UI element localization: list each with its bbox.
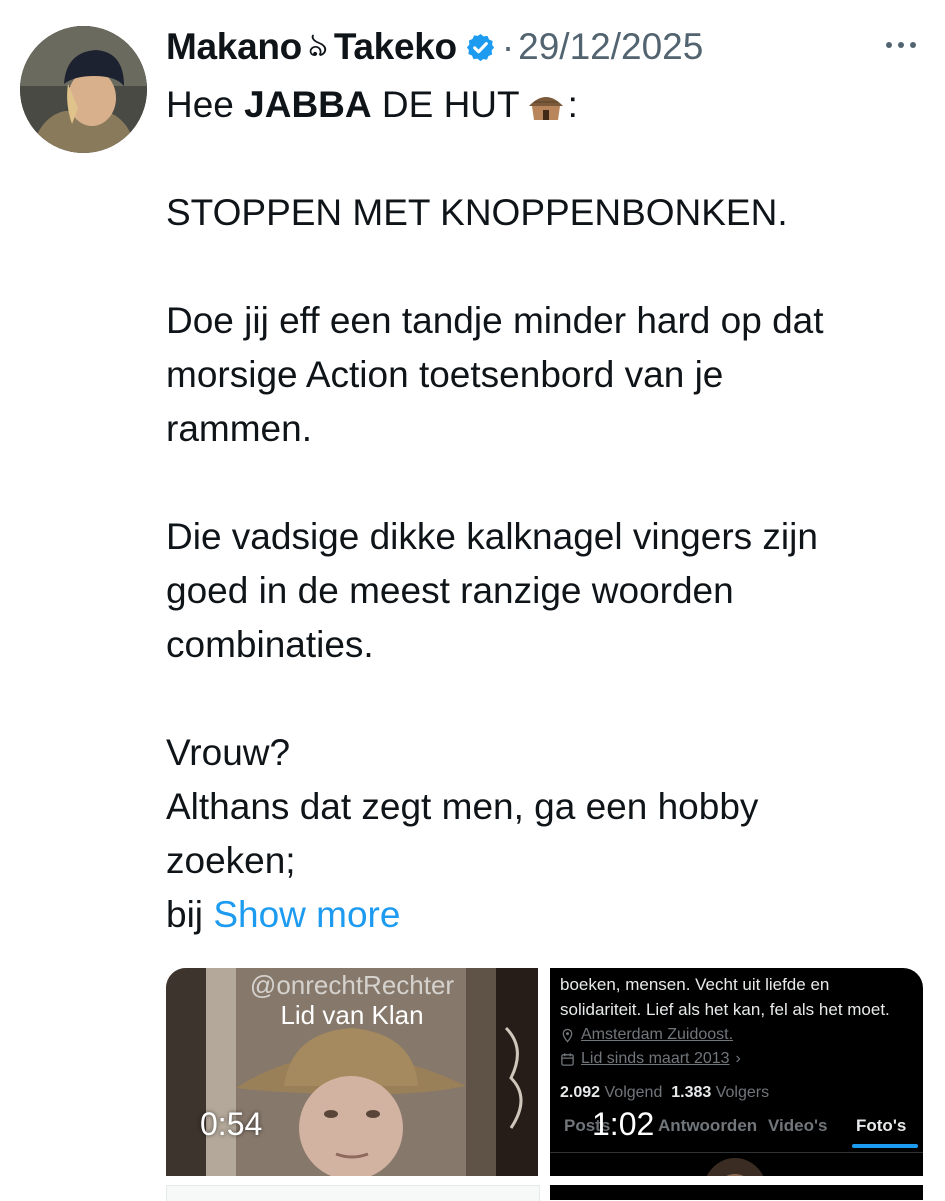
following-label: Volgend: [604, 1084, 663, 1101]
tweet-line: morsige Action toetsenbord van je: [166, 354, 724, 395]
overlay-caption: Lid van Klan: [280, 1000, 424, 1030]
tab-photos: Foto's: [856, 1116, 907, 1135]
tweet-line: goed in de meest ranzige woorden: [166, 570, 734, 611]
more-options-icon[interactable]: [881, 30, 921, 60]
media-grid: @onrechtRechter Lid van Klan 0:54 boeken…: [166, 968, 923, 1200]
tweet-line: rammen.: [166, 408, 312, 449]
separator-dot: ·: [501, 26, 515, 67]
tab-videos: Video's: [768, 1116, 828, 1135]
active-tab-indicator: [852, 1144, 918, 1148]
tweet-line: Vrouw?: [166, 732, 291, 773]
tweet-line: combinaties.: [166, 624, 374, 665]
calendar-icon: [560, 1052, 575, 1067]
author-name-glyph: ঌ: [307, 26, 328, 63]
greeting-colon: :: [567, 84, 578, 125]
author-name-2[interactable]: Takeko: [334, 26, 457, 68]
location-pin-icon: [560, 1028, 575, 1043]
tweet-line-last: bij Show more: [166, 888, 926, 942]
greeting-rest: DE HUT: [371, 84, 520, 125]
tweet-line: Doe jij eff een tandje minder hard op da…: [166, 300, 824, 341]
followers-count: 1.383: [671, 1084, 712, 1101]
tweet-body: Hee JABBA DE HUT : STOPPEN MET KNOPPENBO…: [166, 78, 926, 942]
tweet-line: STOPPEN MET KNOPPENBONKEN.: [166, 192, 788, 233]
greeting-text: Hee: [166, 84, 245, 125]
tweet-line-greeting: Hee JABBA DE HUT :: [166, 78, 926, 132]
overlay-handle: @onrechtRechter: [249, 970, 455, 1000]
last-word: bij: [166, 894, 214, 935]
tab-replies: Antwoorden: [658, 1116, 758, 1135]
tweet-date[interactable]: 29/12/2025: [518, 26, 703, 68]
video-thumbnail-left[interactable]: @onrechtRechter Lid van Klan 0:54: [166, 968, 538, 1176]
profile-bio-line: solidariteit. Lief als het kan, fel als …: [560, 1000, 890, 1019]
greeting-bold: JABBA: [244, 84, 372, 125]
profile-member-since: Lid sinds maart 2013 ›: [560, 1050, 741, 1068]
profile-bio: boeken, mensen. Vecht uit liefde en soli…: [560, 972, 920, 1022]
followers-label: Volgers: [715, 1084, 770, 1101]
tweet-line: Althans dat zegt men, ga een hobby: [166, 786, 759, 827]
media-thumbnail-partial: [550, 1185, 923, 1200]
video-duration: 1:02: [592, 1106, 655, 1142]
hut-emoji-icon: [526, 87, 566, 123]
author-name[interactable]: Makano: [166, 26, 302, 68]
tweet-header: Makano ঌ Takeko · 29/12/2025: [166, 22, 703, 72]
video-duration: 0:54: [200, 1106, 263, 1142]
profile-bio-line: boeken, mensen. Vecht uit liefde en: [560, 975, 830, 994]
tweet-line: zoeken;: [166, 840, 296, 881]
following-count: 2.092: [560, 1084, 601, 1101]
avatar-photo: [20, 26, 147, 153]
video-thumbnail-right[interactable]: boeken, mensen. Vecht uit liefde en soli…: [550, 968, 923, 1176]
profile-stats: 2.092 Volgend 1.383 Volgers: [560, 1084, 769, 1102]
profile-location: Amsterdam Zuidoost.: [560, 1026, 733, 1044]
chevron-right-icon: ›: [735, 1050, 741, 1067]
avatar[interactable]: [20, 26, 147, 153]
profile-photo-partial: [706, 1158, 764, 1176]
location-text: Amsterdam Zuidoost.: [581, 1026, 734, 1043]
verified-badge-icon: [465, 32, 496, 63]
show-more-link[interactable]: Show more: [213, 894, 400, 935]
member-since-text: Lid sinds maart 2013: [581, 1050, 730, 1067]
media-thumbnail-partial: [166, 1185, 540, 1201]
tweet-line: Die vadsige dikke kalknagel vingers zijn: [166, 516, 818, 557]
